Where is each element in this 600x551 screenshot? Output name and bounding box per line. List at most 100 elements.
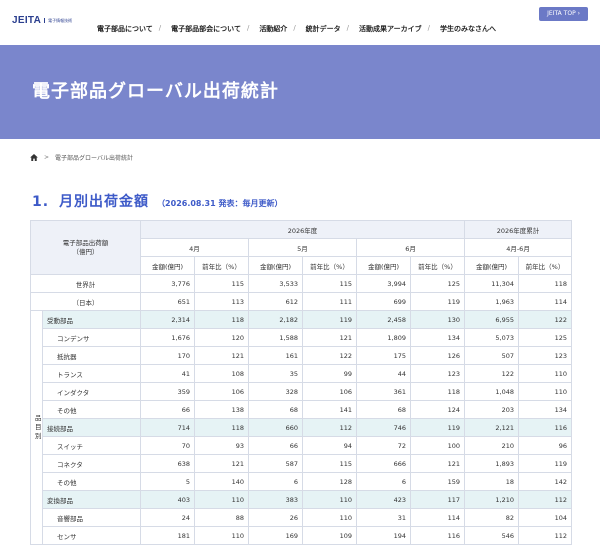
ratio-cell: 88 <box>194 508 249 527</box>
ratio-cell: 112 <box>518 526 573 545</box>
nav-about-components[interactable]: 電子部品について <box>97 24 153 34</box>
ratio-cell: 122 <box>302 346 357 365</box>
amount-cell: 587 <box>248 454 303 473</box>
amount-cell: 161 <box>248 346 303 365</box>
amount-cell: 714 <box>140 418 195 437</box>
section-note: （2026.08.31 発表：毎月更新） <box>157 199 283 208</box>
ratio-cell: 111 <box>302 292 357 311</box>
ratio-cell: 119 <box>409 418 466 437</box>
amount-cell: 383 <box>248 490 303 509</box>
nav-activities[interactable]: 活動紹介 <box>259 24 287 34</box>
amount-cell: 68 <box>248 400 303 419</box>
amount-cell: 210 <box>464 436 520 455</box>
amount-cell: 638 <box>140 454 195 473</box>
row-label: その他 <box>42 400 141 419</box>
nav-separator: / <box>346 24 350 32</box>
amount-cell: 1,210 <box>464 490 520 509</box>
nav-separator: / <box>293 24 296 32</box>
ratio-cell: 112 <box>302 418 357 437</box>
amount-cell: 70 <box>140 436 195 455</box>
nav-about-division[interactable]: 電子部品部会について <box>171 24 241 34</box>
ratio-cell: 123 <box>409 364 466 383</box>
amount-cell: 194 <box>356 526 411 545</box>
ratio-cell: 142 <box>518 472 573 491</box>
logo-subtext: 電子情報技術 <box>44 18 72 23</box>
cumulative-header: 2026年度累計 <box>464 220 573 239</box>
logo-text: JEITA <box>12 15 42 26</box>
month-header: 4月 <box>140 238 249 257</box>
row-label: コンデンサ <box>42 328 141 347</box>
section-heading: 1. 月別出荷金額 （2026.08.31 発表：毎月更新） <box>32 191 282 211</box>
nav-separator: / <box>158 24 162 32</box>
amount-header: 金額(億円) <box>140 256 195 275</box>
ratio-cell: 115 <box>302 274 357 293</box>
ratio-cell: 119 <box>302 310 357 329</box>
amount-cell: 18 <box>464 472 520 491</box>
ratio-cell: 106 <box>194 382 249 401</box>
ratio-cell: 125 <box>518 328 573 347</box>
home-icon[interactable] <box>30 154 38 161</box>
breadcrumb-arrow: > <box>44 154 50 161</box>
table-row: トランス 41 108 35 99 44 123 122 110 <box>31 364 573 383</box>
ratio-cell: 113 <box>194 292 249 311</box>
ratio-cell: 100 <box>409 436 466 455</box>
table-row: 品 目 別受動部品 2,314 118 2,182 119 2,458 130 6,955 12… <box>30 310 573 545</box>
amount-cell: 24 <box>140 508 195 527</box>
amount-cell: 1,676 <box>140 328 195 347</box>
ratio-cell: 159 <box>409 472 466 491</box>
table-row: 世界計 3,776 115 3,533 115 3,994 125 11,304 118 <box>30 274 573 293</box>
ratio-cell: 96 <box>518 436 573 455</box>
year-header: 2026年度 <box>139 220 466 239</box>
ratio-cell: 124 <box>409 400 466 419</box>
amount-cell: 11,304 <box>464 274 520 293</box>
amount-cell: 3,533 <box>248 274 303 293</box>
table-row: 変換部品 403 110 383 110 423 117 1,210 112 <box>31 490 573 509</box>
ratio-cell: 108 <box>194 364 249 383</box>
shipment-table: 電子部品出荷額 （億円） 2026年度 2026年度累計 4月 5月 6月 4月… <box>30 220 573 545</box>
ratio-header: 前年比（%） <box>302 256 357 275</box>
month-header: 4月-6月 <box>464 238 573 257</box>
ratio-cell: 110 <box>518 364 573 383</box>
row-label: （日本） <box>30 292 141 311</box>
ratio-cell: 118 <box>194 310 249 329</box>
ratio-header: 前年比（%） <box>194 256 249 275</box>
breadcrumb: > 電子部品グローバル出荷統計 <box>30 153 133 162</box>
amount-cell: 169 <box>248 526 303 545</box>
ratio-cell: 106 <box>302 382 357 401</box>
amount-cell: 35 <box>248 364 303 383</box>
ratio-cell: 119 <box>409 292 466 311</box>
ratio-cell: 118 <box>194 418 249 437</box>
row-label: 世界計 <box>30 274 141 293</box>
ratio-cell: 119 <box>518 454 573 473</box>
ratio-cell: 112 <box>518 490 573 509</box>
ratio-cell: 121 <box>409 454 466 473</box>
amount-cell: 122 <box>464 364 520 383</box>
row-label: 変換部品 <box>42 490 141 509</box>
ratio-cell: 138 <box>194 400 249 419</box>
global-nav: 電子部品について / 電子部品部会について / 活動紹介 / 統計データ / 活動成果ア… <box>97 24 496 34</box>
table-row: 接続部品 714 118 660 112 746 119 2,121 116 <box>31 418 573 437</box>
row-label: コネクタ <box>42 454 141 473</box>
ratio-cell: 110 <box>194 490 249 509</box>
ratio-cell: 134 <box>518 400 573 419</box>
nav-students[interactable]: 学生のみなさんへ <box>440 24 496 34</box>
ratio-cell: 116 <box>409 526 466 545</box>
site-header: JEITA 電子情報技術 JEITA TOP › 電子部品について / 電子部品部… <box>0 0 600 45</box>
ratio-cell: 121 <box>302 328 357 347</box>
month-header: 5月 <box>248 238 357 257</box>
jeita-logo[interactable]: JEITA 電子情報技術 <box>12 15 72 26</box>
nav-separator: / <box>246 24 250 32</box>
nav-archive[interactable]: 活動成果アーカイブ <box>359 24 422 34</box>
ratio-header: 前年比（%） <box>518 256 573 275</box>
jeita-top-button[interactable]: JEITA TOP › <box>539 7 588 21</box>
table-row: その他 5 140 6 128 6 159 18 142 <box>31 472 573 491</box>
nav-statistics[interactable]: 統計データ <box>306 24 341 34</box>
ratio-cell: 110 <box>518 382 573 401</box>
row-label: 受動部品 <box>42 310 141 329</box>
table-row: 音響部品 24 88 26 110 31 114 82 104 <box>31 508 573 527</box>
table-row: インダクタ 359 106 328 106 361 118 1,048 110 <box>31 382 573 401</box>
section-title: 月別出荷金額 <box>59 194 150 210</box>
amount-cell: 41 <box>140 364 195 383</box>
ratio-cell: 118 <box>518 274 573 293</box>
table-row: コンデンサ 1,676 120 1,588 121 1,809 134 5,073 125 <box>31 328 573 347</box>
